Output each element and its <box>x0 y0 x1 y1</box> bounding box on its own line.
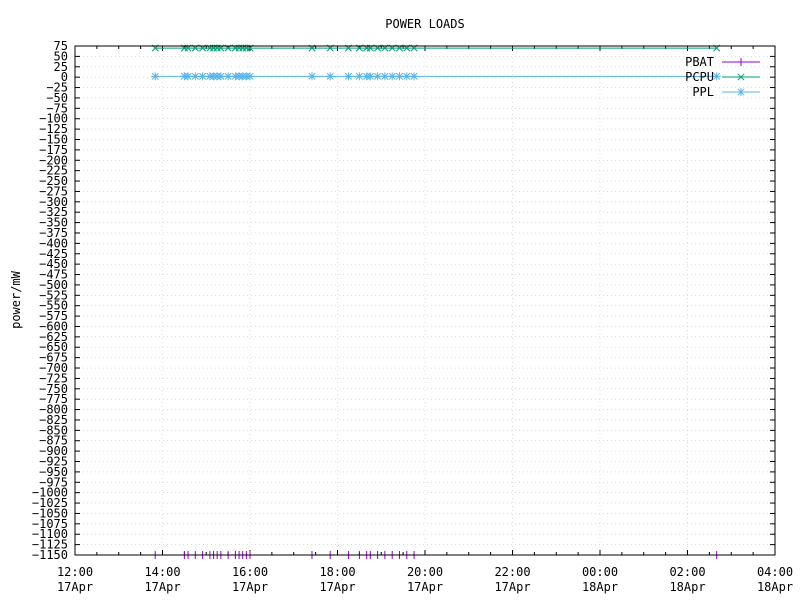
legend-label-pbat: PBAT <box>685 55 714 69</box>
x-tick-label-date: 17Apr <box>319 580 355 594</box>
data-point-star <box>184 72 193 81</box>
x-tick-label-time: 20:00 <box>407 565 443 579</box>
data-point-star <box>151 72 160 81</box>
data-point-star <box>402 72 411 81</box>
data-point-star <box>224 72 233 81</box>
x-tick-label-date: 18Apr <box>582 580 618 594</box>
data-point-star <box>366 72 375 81</box>
data-point-star <box>388 72 397 81</box>
x-tick-label-date: 18Apr <box>757 580 793 594</box>
y-axis-ticks: 7550250−25−50−75−100−125−150−175−200−225… <box>32 39 775 562</box>
x-tick-label-time: 12:00 <box>57 565 93 579</box>
data-point-star <box>373 72 382 81</box>
x-tick-label-time: 14:00 <box>144 565 180 579</box>
data-point-star <box>355 72 364 81</box>
x-tick-label-date: 18Apr <box>669 580 705 594</box>
data-point-star <box>191 72 200 81</box>
x-tick-label-date: 17Apr <box>144 580 180 594</box>
data-point-star <box>395 72 404 81</box>
x-tick-label-date: 17Apr <box>57 580 93 594</box>
x-tick-label-time: 18:00 <box>319 565 355 579</box>
data-point-star <box>307 72 316 81</box>
data-point-star <box>737 88 745 96</box>
data-point-star <box>216 72 225 81</box>
y-tick-label: −1150 <box>32 548 68 562</box>
x-tick-label-date: 17Apr <box>407 580 443 594</box>
data-point-plus <box>737 58 745 66</box>
data-point-star <box>410 72 419 81</box>
legend-label-ppl: PPL <box>692 85 714 99</box>
x-tick-label-time: 02:00 <box>669 565 705 579</box>
data-point-star <box>246 72 254 81</box>
data-series <box>151 44 721 559</box>
y-axis-label: power/mW <box>9 270 23 329</box>
data-point-star <box>326 72 335 81</box>
data-point-star <box>344 72 353 81</box>
x-tick-label-time: 22:00 <box>494 565 530 579</box>
x-tick-label-time: 00:00 <box>582 565 618 579</box>
x-tick-label-date: 17Apr <box>494 580 530 594</box>
data-point-star <box>198 72 207 81</box>
x-tick-label-time: 04:00 <box>757 565 793 579</box>
legend-label-pcpu: PCPU <box>685 70 714 84</box>
grid-lines <box>74 45 776 556</box>
chart-title: POWER LOADS <box>385 17 464 31</box>
x-tick-label-date: 17Apr <box>232 580 268 594</box>
legend: PBATPCPUPPL <box>685 55 760 99</box>
x-tick-label-time: 16:00 <box>232 565 268 579</box>
power-loads-chart: POWER LOADS power/mW 7550250−25−50−75−10… <box>9 17 793 594</box>
data-point-star <box>380 72 389 81</box>
x-axis-ticks: 12:0017Apr14:0017Apr16:0017Apr18:0017Apr… <box>57 46 793 594</box>
